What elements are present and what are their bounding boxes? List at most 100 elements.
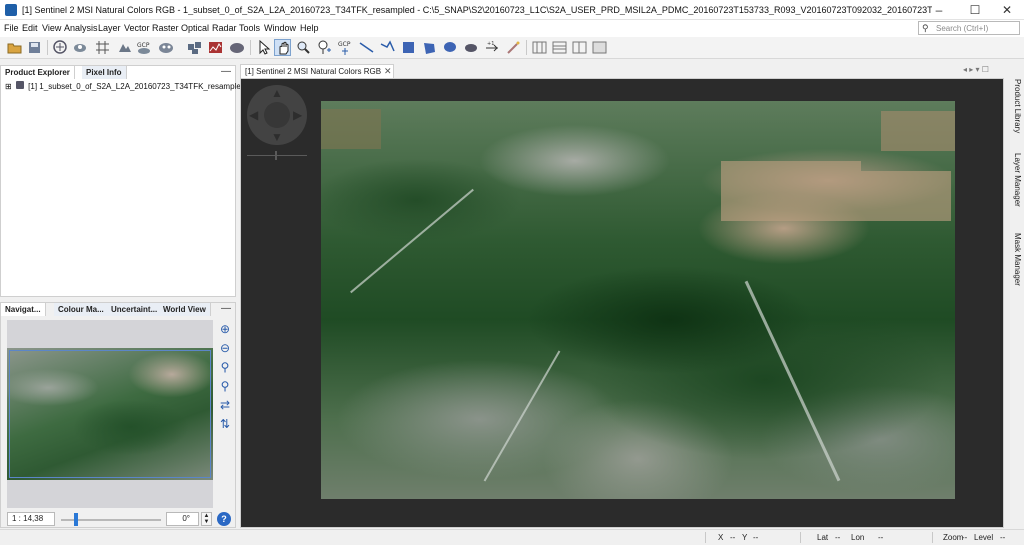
river xyxy=(350,188,474,294)
level-value: -- xyxy=(1000,533,1006,542)
tab-uncertainty[interactable]: Uncertaint... xyxy=(107,303,163,316)
menu-bar: File Edit View Analysis Layer Vector Ras… xyxy=(0,20,1024,37)
open-product-icon[interactable] xyxy=(6,39,23,56)
line-icon[interactable] xyxy=(358,39,375,56)
swath-icon[interactable] xyxy=(186,39,203,56)
terrain-icon[interactable] xyxy=(229,39,246,56)
menu-tools[interactable]: Tools xyxy=(239,23,260,33)
graticule-icon[interactable] xyxy=(94,39,111,56)
zoom-icon[interactable] xyxy=(295,39,312,56)
menu-view[interactable]: View xyxy=(42,23,61,33)
save-product-icon[interactable] xyxy=(26,39,43,56)
world-map-icon[interactable] xyxy=(116,39,133,56)
zoom-out-icon[interactable]: ⊖ xyxy=(217,340,233,356)
sync-cursor-icon[interactable]: ⇅ xyxy=(217,416,233,432)
river xyxy=(483,350,561,482)
menu-analysis[interactable]: Analysis xyxy=(64,23,98,33)
level-label: Level xyxy=(974,533,994,542)
wand-icon[interactable] xyxy=(505,39,522,56)
tab-navigation[interactable]: Navigat... xyxy=(1,303,46,316)
close-button[interactable]: ✕ xyxy=(990,0,1024,20)
lon-label: Lon xyxy=(851,533,865,542)
zoom-all-icon[interactable]: ⚲ xyxy=(217,378,233,394)
pan-right-icon[interactable]: ▶ xyxy=(293,108,302,122)
menu-help[interactable]: Help xyxy=(300,23,319,33)
magic-wand-icon[interactable] xyxy=(463,39,480,56)
tile-evenly-icon[interactable] xyxy=(531,39,548,56)
search-icon: ⚲ xyxy=(922,23,929,33)
rotation-center[interactable] xyxy=(264,102,290,128)
tab-product-library[interactable]: Product Library xyxy=(1008,79,1022,133)
tab-layer-manager[interactable]: Layer Manager xyxy=(1008,153,1022,207)
product-tree-item[interactable]: ⊞ [1] 1_subset_0_of_S2A_L2A_20160723_T34… xyxy=(5,81,245,91)
close-tab-icon[interactable]: ✕ xyxy=(384,66,392,77)
navigation-panel: Navigat... Colour Ma... Uncertaint... Wo… xyxy=(0,302,236,528)
tab-world-view[interactable]: World View xyxy=(159,303,211,316)
tile-vertical-icon[interactable] xyxy=(571,39,588,56)
rectangle-icon[interactable] xyxy=(400,39,417,56)
lon-value: -- xyxy=(878,533,884,542)
menu-optical[interactable]: Optical xyxy=(181,23,209,33)
geo-icon[interactable] xyxy=(72,39,89,56)
zoom-value: -- xyxy=(962,533,968,542)
minimize-button[interactable]: – xyxy=(922,0,956,20)
river xyxy=(744,280,841,482)
spectrum-icon[interactable] xyxy=(207,39,224,56)
zoom-slider-handle[interactable] xyxy=(275,151,277,160)
sync-views-icon[interactable]: ⇄ xyxy=(217,397,233,413)
pin-icon[interactable] xyxy=(316,39,333,56)
band-maths-icon[interactable] xyxy=(52,39,69,56)
help-icon[interactable]: ? xyxy=(217,512,231,526)
pan-up-icon[interactable]: ▲ xyxy=(271,86,283,100)
ellipse-icon[interactable] xyxy=(442,39,459,56)
gcp-tool-icon[interactable]: GCP xyxy=(136,39,153,56)
menu-file[interactable]: File xyxy=(4,23,19,33)
menu-vector[interactable]: Vector xyxy=(124,23,150,33)
rotation-angle-field[interactable]: 0° xyxy=(166,512,199,526)
x-label: X xyxy=(718,533,724,542)
status-bar: X -- Y -- Lat -- Lon -- Zoom -- Level -- xyxy=(0,529,1024,545)
navigation-overview[interactable] xyxy=(7,320,213,508)
angle-spinner[interactable]: ▲ ▼ xyxy=(201,512,212,526)
product-name: [1] 1_subset_0_of_S2A_L2A_20160723_T34TF… xyxy=(28,82,246,91)
tab-pixel-info[interactable]: Pixel Info xyxy=(82,66,127,79)
pan-navigation-control[interactable]: ▲ ▼ ◀ ▶ xyxy=(247,85,307,145)
viewport-frame[interactable] xyxy=(9,350,211,478)
toolbar: GCP GCP +1 xyxy=(0,37,1024,59)
menu-layer[interactable]: Layer xyxy=(98,23,121,33)
zoom-slider-thumb[interactable] xyxy=(74,513,78,526)
pointer-icon[interactable] xyxy=(255,39,272,56)
tab-colour-manipulation[interactable]: Colour Ma... xyxy=(54,303,109,316)
pan-left-icon[interactable]: ◀ xyxy=(249,108,258,122)
pan-icon[interactable] xyxy=(274,39,291,56)
gcp-placer-icon[interactable]: GCP xyxy=(337,39,354,56)
image-view[interactable]: ▲ ▼ ◀ ▶ xyxy=(240,78,1004,528)
range-finder-icon[interactable]: +1 xyxy=(484,39,501,56)
satellite-image[interactable] xyxy=(321,101,955,499)
polygon-icon[interactable] xyxy=(421,39,438,56)
zoom-slider-track[interactable] xyxy=(247,155,307,156)
y-value: -- xyxy=(753,533,759,542)
zoom-actual-icon[interactable]: ⚲ xyxy=(217,359,233,375)
search-input[interactable]: ⚲ Search (Ctrl+I) xyxy=(918,21,1020,35)
polyline-icon[interactable] xyxy=(379,39,396,56)
product-icon xyxy=(15,81,24,89)
scale-field[interactable]: 1 : 14,38 xyxy=(7,512,55,526)
maximize-button[interactable]: ☐ xyxy=(958,0,992,20)
mask-icon[interactable] xyxy=(158,39,175,56)
document-nav-arrows[interactable]: ◂ ▸ ▾ ☐ xyxy=(963,65,989,74)
menu-edit[interactable]: Edit xyxy=(22,23,38,33)
expand-icon[interactable]: ⊞ xyxy=(5,82,12,91)
zoom-in-icon[interactable]: ⊕ xyxy=(217,321,233,337)
menu-radar[interactable]: Radar xyxy=(212,23,237,33)
tile-horizontal-icon[interactable] xyxy=(551,39,568,56)
tab-mask-manager[interactable]: Mask Manager xyxy=(1008,233,1022,286)
pan-down-icon[interactable]: ▼ xyxy=(271,130,283,144)
minimize-panel-button[interactable]: — xyxy=(221,303,231,315)
document-tab[interactable]: [1] Sentinel 2 MSI Natural Colors RGB ✕ xyxy=(240,64,394,78)
menu-window[interactable]: Window xyxy=(264,23,296,33)
minimize-panel-button[interactable]: — xyxy=(221,66,231,78)
tile-single-icon[interactable] xyxy=(591,39,608,56)
tab-product-explorer[interactable]: Product Explorer xyxy=(1,66,75,79)
menu-raster[interactable]: Raster xyxy=(152,23,179,33)
